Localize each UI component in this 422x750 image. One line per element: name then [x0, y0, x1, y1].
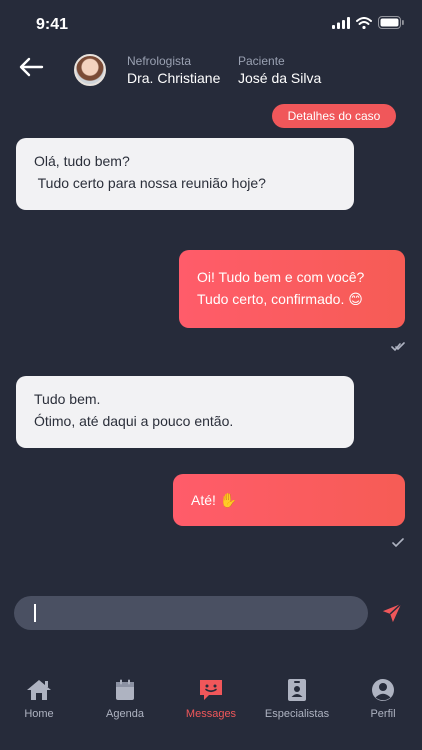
- message-text: Oi! Tudo bem e com você?: [197, 269, 365, 285]
- battery-icon: [378, 16, 404, 29]
- doctor-role: Nefrologista: [127, 54, 192, 68]
- tab-label: Home: [24, 708, 54, 720]
- tab-label: Agenda: [106, 708, 144, 720]
- user-icon: [372, 679, 394, 701]
- signal-icon: [332, 16, 350, 29]
- message-text: Ótimo, até daqui a pouco então.: [34, 413, 234, 429]
- chat-header: Nefrologista Dra. Christiane Paciente Jo…: [0, 46, 422, 96]
- message-input-container: [14, 596, 368, 630]
- doctor-info: Nefrologista Dra. Christiane: [127, 54, 220, 87]
- message-input[interactable]: [14, 596, 368, 630]
- avatar[interactable]: [74, 54, 106, 86]
- case-details-button[interactable]: Detalhes do caso: [272, 104, 396, 128]
- message-bubble-incoming: Tudo bem. Ótimo, até daqui a pouco então…: [16, 376, 354, 448]
- chat-icon: [200, 680, 222, 700]
- check-icon: [392, 538, 404, 548]
- message-text: Olá, tudo bem?: [34, 153, 130, 169]
- tab-specialists[interactable]: Especialistas: [255, 670, 339, 720]
- id-badge-icon: [288, 679, 306, 701]
- message-text: Tudo certo para nossa reunião hoje?: [34, 175, 266, 191]
- tab-label: Messages: [185, 708, 237, 720]
- tab-label: Perfil: [370, 708, 396, 720]
- calendar-icon: [116, 679, 134, 700]
- tab-messages[interactable]: Messages: [169, 670, 253, 720]
- status-bar: 9:41: [0, 0, 422, 46]
- status-time: 9:41: [36, 16, 69, 33]
- patient-role: Paciente: [238, 54, 285, 68]
- send-icon[interactable]: [381, 602, 403, 624]
- message-bubble-outgoing: Oi! Tudo bem e com você? Tudo certo, con…: [179, 250, 405, 328]
- home-icon: [27, 680, 51, 700]
- double-check-icon: [391, 342, 405, 352]
- arrow-left-icon[interactable]: [18, 56, 44, 78]
- tab-profile[interactable]: Perfil: [341, 670, 422, 720]
- message-text: Tudo bem.: [34, 391, 101, 407]
- status-icons: [332, 16, 404, 29]
- tab-bar: Home Agenda Messages Especialistas Perfi…: [0, 670, 422, 750]
- patient-name: José da Silva: [238, 70, 322, 86]
- message-text: Tudo certo, confirmado. 😊: [197, 291, 363, 307]
- patient-info: Paciente José da Silva: [238, 54, 321, 87]
- message-bubble-incoming: Olá, tudo bem? Tudo certo para nossa reu…: [16, 138, 354, 210]
- text-caret: [34, 604, 36, 622]
- wifi-icon: [356, 16, 372, 29]
- doctor-name: Dra. Christiane: [127, 70, 221, 86]
- tab-agenda[interactable]: Agenda: [83, 670, 167, 720]
- message-text: Até! ✋: [191, 492, 238, 508]
- tab-home[interactable]: Home: [0, 670, 81, 720]
- tab-label: Especialistas: [264, 708, 330, 720]
- message-bubble-outgoing: Até! ✋: [173, 474, 405, 526]
